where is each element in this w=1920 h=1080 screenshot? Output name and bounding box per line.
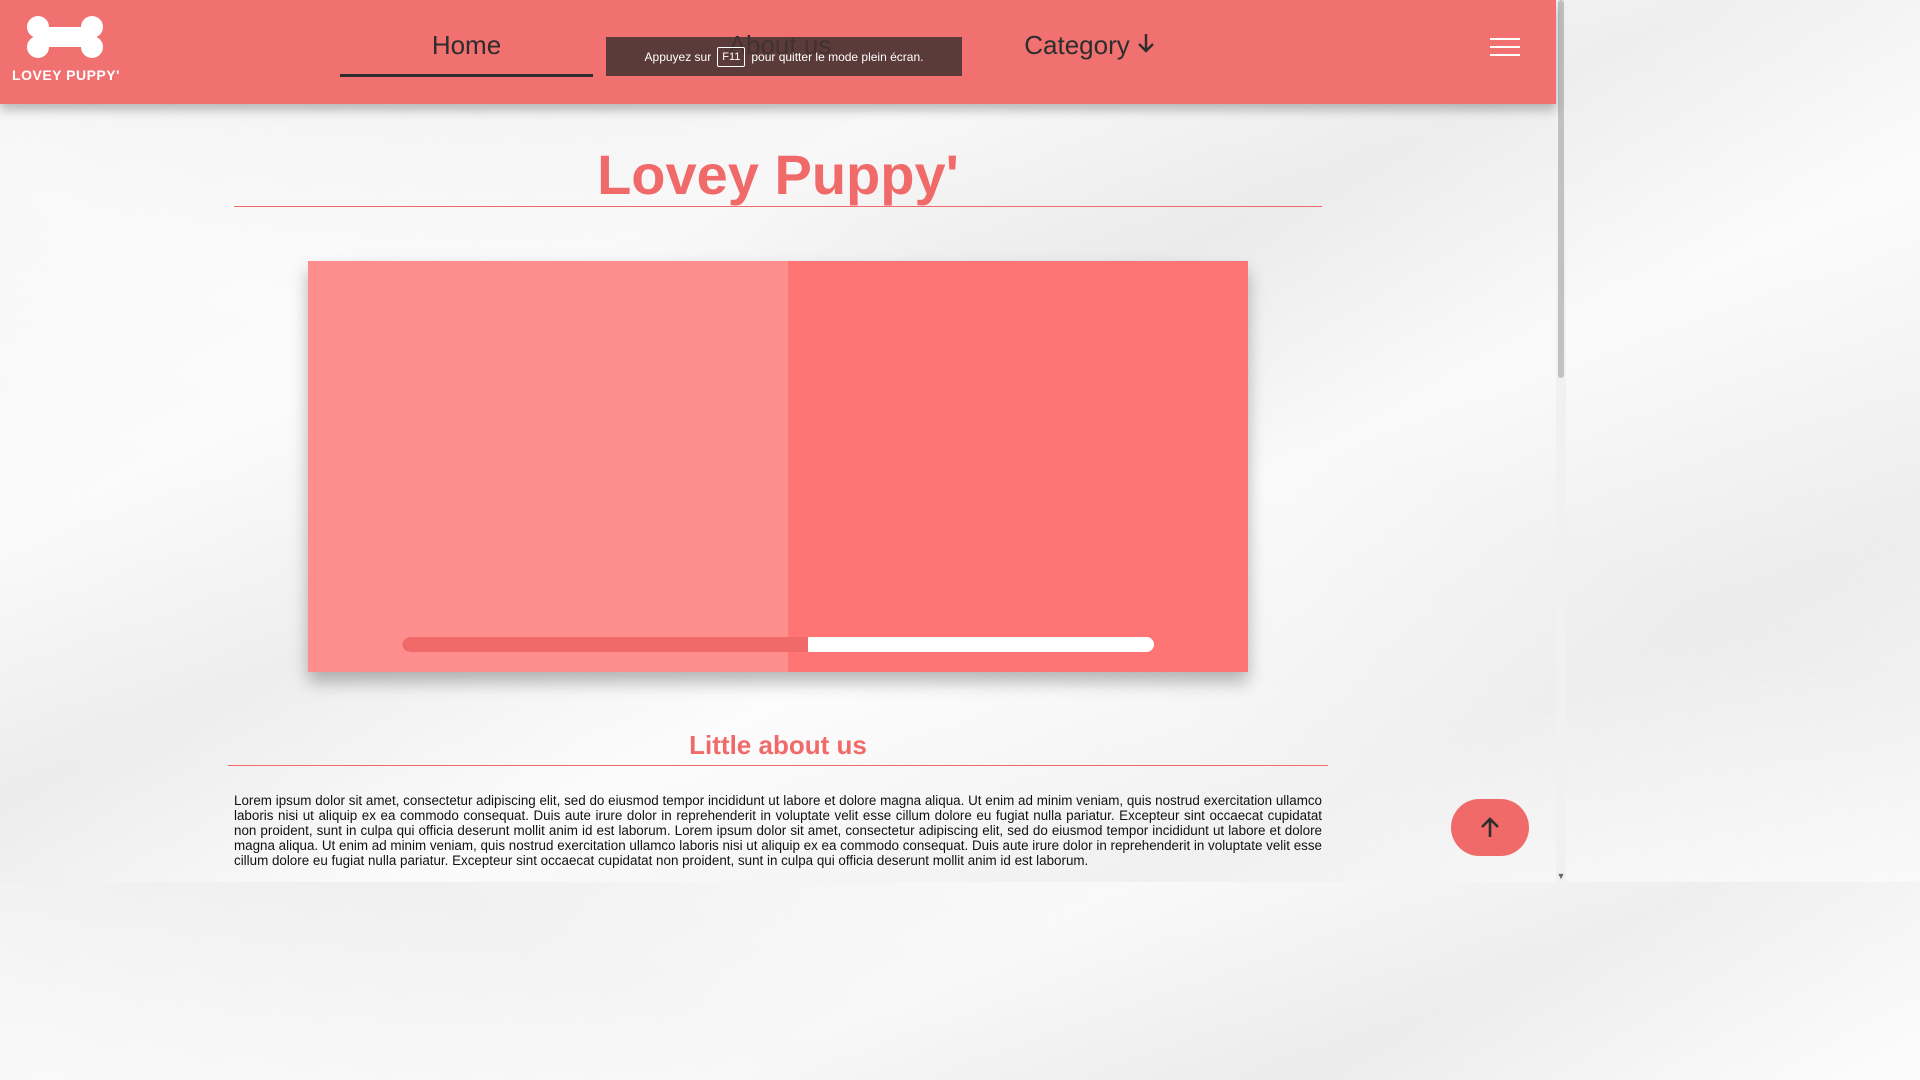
arrow-up-icon (1481, 816, 1499, 837)
nav-home[interactable]: Home (340, 30, 593, 61)
slide-panel-left (308, 261, 788, 672)
slide-panel-right (788, 261, 1248, 672)
slider-progress-fill (402, 637, 809, 652)
title-divider (234, 206, 1322, 207)
page-scrollbar[interactable]: ▼ (1556, 0, 1566, 882)
nav-category[interactable]: Category (1010, 30, 1170, 61)
scroll-down-icon[interactable]: ▼ (1556, 870, 1566, 882)
scrollbar-thumb[interactable] (1558, 0, 1564, 378)
fullscreen-key-badge: F11 (717, 46, 746, 67)
about-heading: Little about us (689, 730, 867, 760)
active-nav-underline (340, 74, 593, 77)
slider-progress-track[interactable] (402, 637, 1154, 652)
page-title: Lovey Puppy' (597, 143, 959, 206)
image-slider[interactable] (308, 261, 1248, 672)
nav-category-label: Category (1024, 30, 1130, 60)
navbar: LOVEY PUPPY' Home About us Category Appu… (0, 0, 1556, 104)
about-divider (228, 765, 1328, 766)
fullscreen-notice-after: pour quitter le mode plein écran. (751, 49, 924, 64)
back-to-top-button[interactable] (1451, 799, 1529, 856)
about-paragraph: Lorem ipsum dolor sit amet, consectetur … (234, 793, 1322, 868)
brand-logo[interactable]: LOVEY PUPPY' (8, 15, 124, 85)
fullscreen-notice: Appuyez sur F11 pour quitter le mode ple… (606, 37, 962, 76)
hamburger-icon[interactable] (1490, 38, 1520, 58)
fullscreen-notice-before: Appuyez sur (644, 49, 712, 64)
brand-name: LOVEY PUPPY' (12, 67, 120, 83)
arrow-down-icon (1136, 30, 1156, 61)
bone-icon (27, 16, 103, 58)
